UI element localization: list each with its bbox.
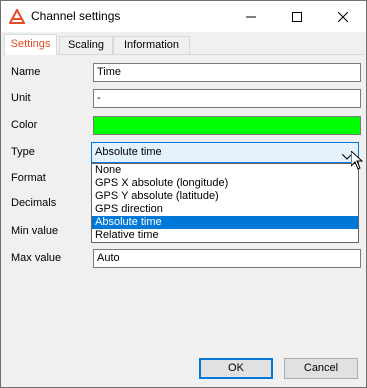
max-value-field[interactable]: Auto <box>93 249 361 268</box>
min-value-label: Min value <box>11 225 59 237</box>
window-title: Channel settings <box>31 9 121 23</box>
maximize-icon <box>292 11 302 22</box>
max-value-label: Max value <box>11 252 62 264</box>
maximize-button[interactable] <box>274 1 320 32</box>
name-field[interactable]: Time <box>93 63 361 82</box>
color-label: Color <box>11 119 38 131</box>
type-select[interactable]: Absolute time <box>91 142 359 163</box>
tab-information[interactable]: Information <box>113 36 190 54</box>
unit-label: Unit <box>11 92 31 104</box>
decimals-label: Decimals <box>11 197 57 209</box>
app-logo-icon <box>8 7 26 25</box>
name-label: Name <box>11 66 41 78</box>
type-option-relative-time[interactable]: Relative time <box>92 229 358 242</box>
tab-scaling[interactable]: Scaling <box>59 36 113 54</box>
close-button[interactable] <box>320 1 366 32</box>
type-option-gps-direction[interactable]: GPS direction <box>92 203 358 216</box>
title-bar: Channel settings <box>1 1 366 32</box>
ok-button[interactable]: OK <box>199 358 273 379</box>
close-icon <box>338 11 348 22</box>
type-option-gps-y[interactable]: GPS Y absolute (latitude) <box>92 190 358 203</box>
type-option-gps-x[interactable]: GPS X absolute (longitude) <box>92 177 358 190</box>
color-picker[interactable] <box>93 116 361 135</box>
type-option-none[interactable]: None <box>92 164 358 177</box>
unit-field[interactable]: - <box>93 89 361 108</box>
format-label: Format <box>11 172 46 184</box>
minimize-icon <box>246 16 256 17</box>
type-dropdown-list: None GPS X absolute (longitude) GPS Y ab… <box>91 163 359 243</box>
type-option-absolute-time[interactable]: Absolute time <box>92 216 358 229</box>
type-select-value: Absolute time <box>95 146 162 158</box>
channel-settings-dialog: Channel settings Settings Scaling Inform… <box>0 0 367 388</box>
cancel-button[interactable]: Cancel <box>284 358 358 379</box>
minimize-button[interactable] <box>228 1 274 32</box>
type-label: Type <box>11 146 35 158</box>
mouse-cursor-icon <box>350 149 364 173</box>
tab-settings[interactable]: Settings <box>4 34 57 55</box>
